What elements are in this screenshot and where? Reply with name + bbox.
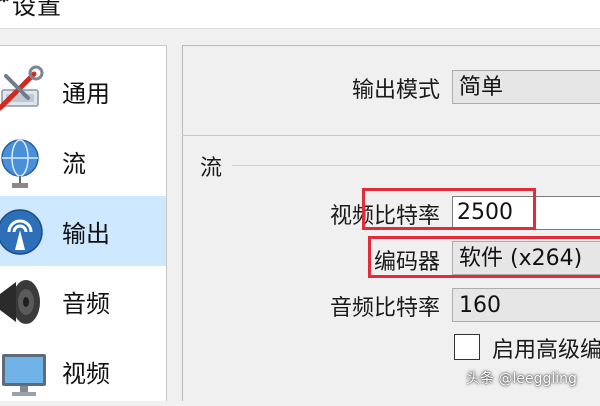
settings-title-icon: ⚙ [0, 0, 12, 7]
stream-section-title: 流 [200, 156, 223, 181]
output-mode-select[interactable]: 简单 [452, 70, 600, 104]
window-title: 设置 [12, 0, 62, 20]
settings-sidebar: 通用 流 输出 音频 视频 [0, 45, 167, 401]
window-titlebar: ⚙ 设置 [0, 0, 600, 29]
output-mode-label: 输出模式 [351, 78, 440, 103]
sidebar-item-audio[interactable]: 音频 [0, 266, 166, 336]
sidebar-item-general[interactable]: 通用 [0, 56, 166, 126]
output-broadcast-icon [0, 209, 43, 255]
encoder-highlight [368, 236, 600, 278]
general-settings-icon [0, 65, 44, 111]
sidebar-item-label: 通用 [62, 80, 110, 108]
sidebar-item-video[interactable]: 视频 [0, 336, 166, 406]
sidebar-item-output[interactable]: 输出 [0, 196, 166, 266]
audio-bitrate-label: 音频比特率 [329, 296, 440, 321]
advanced-mode-checkbox[interactable] [454, 334, 480, 360]
audio-bitrate-select[interactable]: 160 [452, 288, 600, 322]
monitor-icon [2, 354, 46, 396]
divider [182, 135, 600, 136]
sidebar-item-label: 输出 [62, 220, 110, 248]
speaker-icon [0, 280, 40, 324]
sidebar-item-label: 流 [62, 150, 86, 178]
sidebar-item-label: 音频 [62, 290, 110, 318]
video-bitrate-highlight [362, 188, 536, 230]
section-divider [232, 165, 600, 166]
stream-globe-icon [1, 139, 39, 188]
watermark: 头条 @leeggling [466, 371, 577, 387]
advanced-mode-label: 启用高级编 [492, 338, 600, 363]
sidebar-item-stream[interactable]: 流 [0, 126, 166, 196]
sidebar-item-label: 视频 [62, 360, 110, 388]
